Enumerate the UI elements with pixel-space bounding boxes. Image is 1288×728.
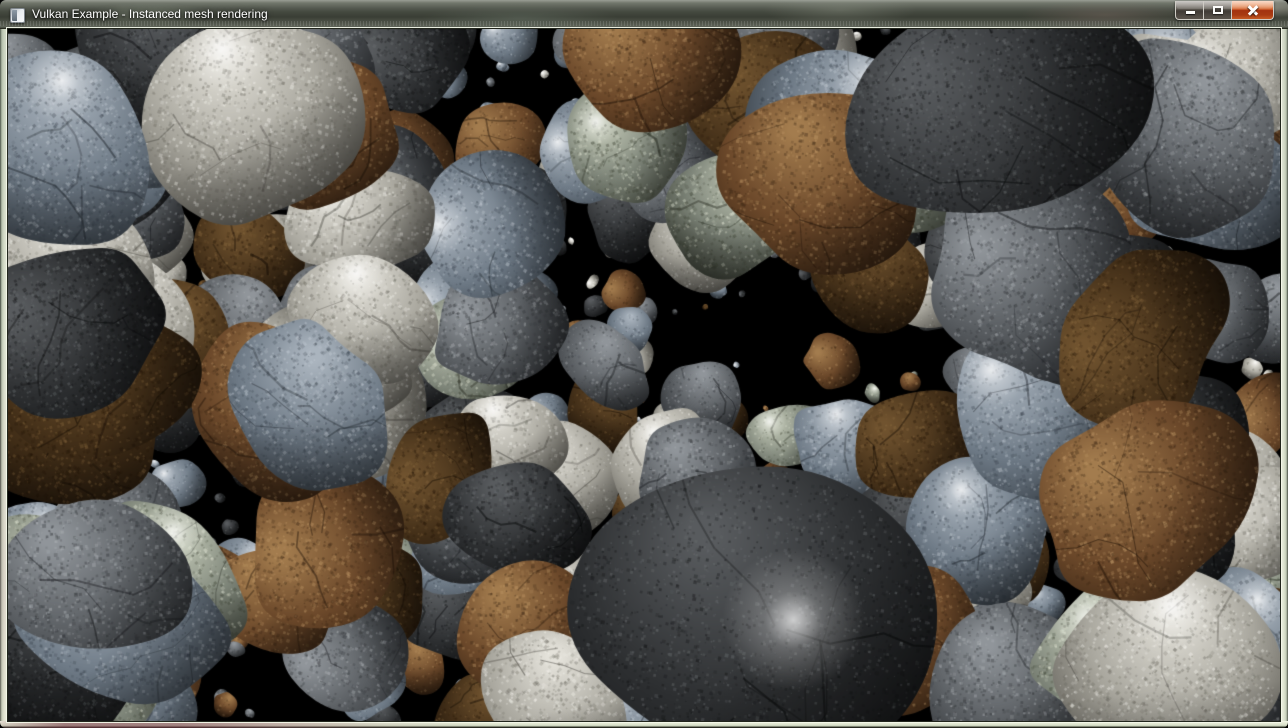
window-resize-border-right[interactable] xyxy=(1280,29,1288,721)
application-icon[interactable] xyxy=(10,8,25,23)
minimize-button[interactable] xyxy=(1175,1,1204,20)
minimize-icon xyxy=(1186,11,1195,14)
maximize-icon xyxy=(1213,6,1223,14)
app-window: Vulkan Example - Instanced mesh renderin… xyxy=(0,0,1288,728)
close-icon xyxy=(1232,1,1273,19)
render-viewport[interactable] xyxy=(8,29,1280,721)
close-button[interactable] xyxy=(1231,1,1274,20)
window-title: Vulkan Example - Instanced mesh renderin… xyxy=(32,7,268,22)
rock-field-canvas[interactable] xyxy=(8,29,1280,721)
caption-button-group xyxy=(1175,1,1274,20)
window-resize-border-bottom[interactable] xyxy=(0,721,1288,728)
window-resize-border-left[interactable] xyxy=(0,29,8,721)
title-bar[interactable]: Vulkan Example - Instanced mesh renderin… xyxy=(0,0,1288,29)
maximize-button[interactable] xyxy=(1204,1,1231,20)
